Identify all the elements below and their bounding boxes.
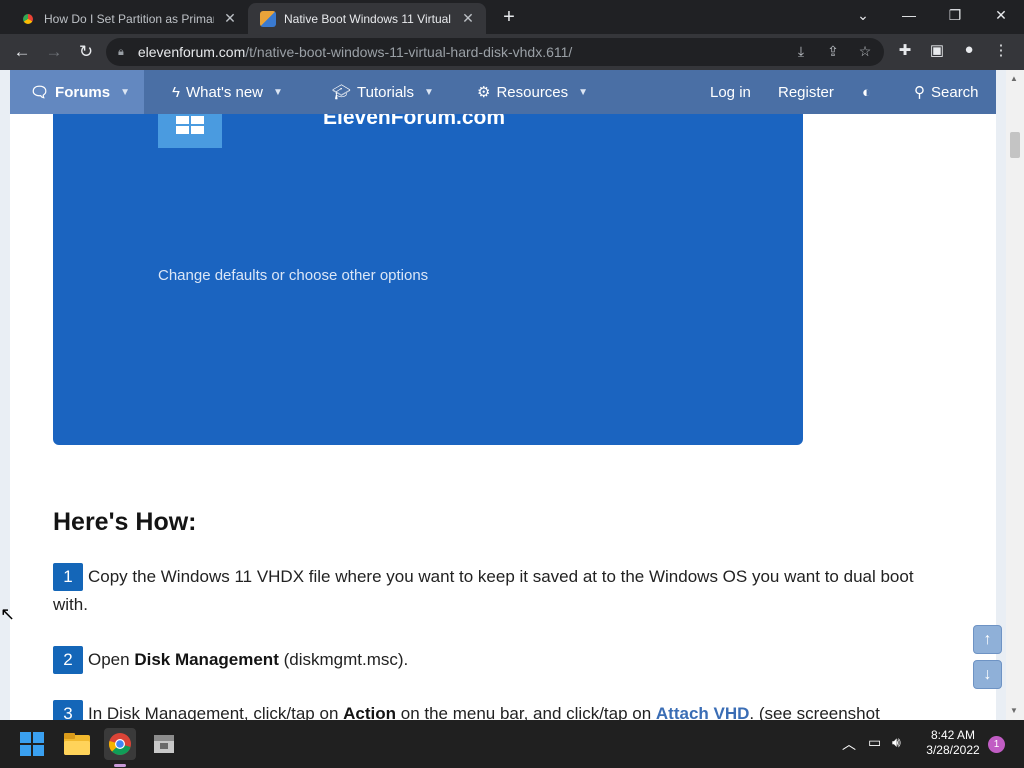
installer-app-icon[interactable] [148,728,180,760]
bolt-icon: ϟ [172,83,180,101]
page-viewport: ElevenForum.com Change defaults or choos… [0,70,1024,720]
scroll-down-icon[interactable]: ▼ [1010,706,1018,715]
nav-label: Tutorials [357,83,415,101]
nav-resources[interactable]: ⚙ Resources ▼ [477,70,588,114]
mouse-cursor-icon: ↖ [0,604,16,624]
step-text: In Disk Management, click/tap on [88,704,344,720]
tab-close-icon[interactable]: ✕ [222,10,238,27]
minimize-button[interactable]: — [886,0,932,30]
nav-whats-new[interactable]: ϟ What's new ▼ [172,70,283,114]
scrollbar-thumb[interactable] [1010,132,1020,158]
register-link[interactable]: Register [778,70,834,114]
step-text: Copy the Windows 11 VHDX file where you … [53,567,914,614]
tab-title: How Do I Set Partition as Primary [44,11,214,26]
start-windows-icon[interactable] [16,728,48,760]
chevron-down-icon[interactable]: ▼ [273,87,283,98]
login-link[interactable]: Log in [710,70,751,114]
step-1: 1 Copy the Windows 11 VHDX file where you… [53,563,933,618]
step-text: (diskmgmt.msc). [278,650,409,669]
lock-icon: 🔒︎ [118,45,124,58]
search-icon: ⚲ [914,84,925,101]
show-hidden-icons-chevron-icon[interactable]: ︿ [842,734,856,754]
back-arrow-icon[interactable]: ← [9,40,35,64]
browser-tab-partition[interactable]: How Do I Set Partition as Primary ✕ [8,3,248,34]
chevron-down-icon[interactable]: ▼ [120,87,130,98]
comments-icon: 🗨︎ [30,84,50,101]
style-toggle-icon[interactable]: ◐ [862,70,871,114]
extensions-puzzle-icon[interactable]: ✚ [894,41,916,59]
page-content: ElevenForum.com Change defaults or choos… [10,70,996,720]
nav-label: Resources [496,83,569,101]
hero-image: ElevenForum.com Change defaults or choos… [53,70,803,445]
hero-options-text: Change defaults or choose other options [158,267,429,284]
gear-icon: ⚙ [477,84,491,101]
scroll-up-icon[interactable]: ▲ [1010,74,1018,83]
tab-strip: How Do I Set Partition as Primary ✕ Nati… [0,0,1024,34]
taskbar: ︿ ▭ 🔊︎ 8:42 AM 3/28/2022 [0,720,1024,768]
url-host: elevenforum.com [137,44,246,60]
nav-tutorials[interactable]: 🎓︎ Tutorials ▼ [332,70,434,114]
browser-toolbar: ← → ↻ 🔒︎ elevenforum.com/t/native-boot-w… [0,34,1024,70]
chevron-down-icon[interactable]: ▼ [578,87,588,98]
step-bold-term: Disk Management [134,650,279,669]
chrome-favicon-icon [20,10,36,27]
page-scrollbar[interactable]: ▲ ▼ [1006,70,1024,720]
clock-date: 3/28/2022 [926,743,980,757]
elevenforum-favicon-icon [260,10,276,27]
url-path: /t/native-boot-windows-11-virtual-hard-d… [245,44,573,60]
clock-time: 8:42 AM [930,728,976,742]
maximize-button[interactable]: ❐ [932,0,978,30]
nav-label: Forums [55,83,111,101]
search-link[interactable]: ⚲ Search [914,70,979,114]
system-clock[interactable]: 8:42 AM 3/28/2022 [920,728,986,758]
forward-arrow-icon[interactable]: → [41,40,67,64]
new-tab-button[interactable]: + [498,6,520,29]
nav-forums[interactable]: 🗨︎ Forums ▼ [10,70,144,114]
scroll-to-bottom-button[interactable]: ↓ [973,660,1002,689]
register-label: Register [778,83,834,101]
profile-icon[interactable]: ● [958,41,980,58]
step-bold-term: Action [343,704,397,720]
nav-label: What's new [185,83,264,101]
section-heading: Here's How: [53,508,197,536]
login-label: Log in [710,83,751,101]
step-3: 3 In Disk Management, click/tap on Action… [53,700,933,720]
reload-icon[interactable]: ↻ [73,40,99,64]
tab-title: Native Boot Windows 11 Virtual [284,11,451,26]
install-app-icon[interactable]: ⤓ [792,43,810,60]
chevron-down-icon[interactable]: ▼ [424,87,434,98]
step-2: 2 Open Disk Management (diskmgmt.msc). [53,646,933,674]
browser-tab-native-boot[interactable]: Native Boot Windows 11 Virtual ✕ [248,3,486,34]
active-app-indicator [114,764,126,767]
step-number-badge: 1 [53,563,83,591]
chrome-taskbar-icon[interactable] [104,728,136,760]
network-icon[interactable]: ▭ [868,734,881,751]
address-bar[interactable]: 🔒︎ elevenforum.com/t/native-boot-windows… [106,38,884,66]
close-window-button[interactable]: ✕ [978,0,1024,30]
tab-close-icon[interactable]: ✕ [460,10,476,27]
step-text: Open [88,650,135,669]
scroll-to-top-button[interactable]: ↑ [973,625,1002,654]
volume-icon[interactable]: 🔊︎ [892,734,901,751]
bookmark-star-icon[interactable]: ☆ [856,43,874,60]
windows-logo-icon [158,112,222,148]
site-navigation: 🗨︎ Forums ▼ ϟ What's new ▼ 🎓︎ Tutorials ▼ ⚙ Res… [10,70,996,114]
graduation-cap-icon: 🎓︎ [332,84,352,101]
share-icon[interactable]: ⇪ [824,43,842,60]
menu-kebab-icon[interactable]: ⋮ [990,41,1012,59]
tab-search-button[interactable]: ⌄ [840,0,886,30]
side-panel-icon[interactable]: ▣ [926,41,948,59]
step-number-badge: 3 [53,700,83,720]
step-text: on the menu bar, and click/tap on [396,704,656,720]
step-number-badge: 2 [53,646,83,674]
notification-badge[interactable]: 1 [988,736,1005,753]
search-label: Search [931,83,979,101]
file-explorer-icon[interactable] [61,728,93,760]
attach-vhd-link[interactable]: Attach VHD [656,704,750,720]
step-text: . (see screenshot [749,704,880,720]
